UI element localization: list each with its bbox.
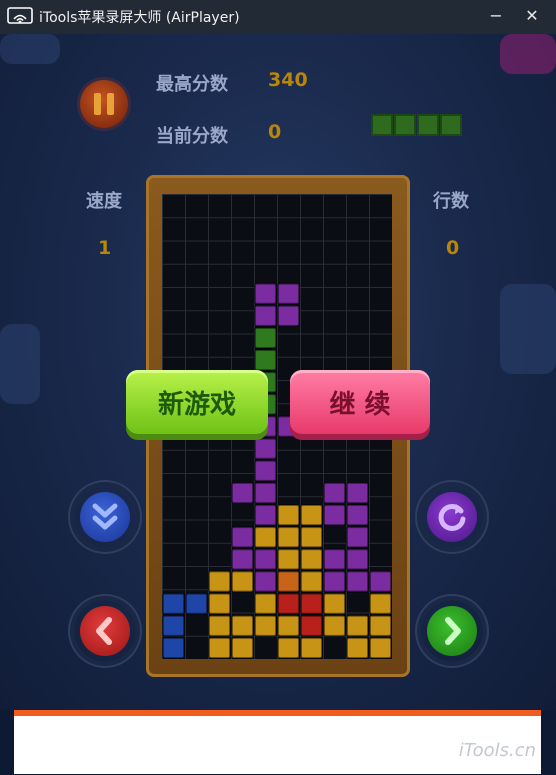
board-block [300,570,323,593]
board-block [346,548,369,571]
board-block [369,592,392,615]
board-block [254,326,277,350]
board-block [162,592,185,615]
board-block [300,548,323,571]
board-block [208,636,231,659]
current-score-value: 0 [268,121,282,143]
chevron-right-icon [445,617,461,645]
board-block [277,592,300,615]
board-block [346,614,369,637]
board-block [277,636,300,659]
board-block [277,526,300,549]
decor-tile [0,324,40,404]
best-score-label: 最高分数 [156,74,228,95]
board-block [346,526,369,549]
board-block [369,636,392,659]
board-block [162,614,185,637]
board-block [323,481,346,505]
board-block [254,349,277,372]
board-block [254,481,277,505]
speed-label: 速度 [86,191,122,212]
board-block [254,304,277,327]
decor-tile [500,284,556,374]
board-block [231,548,254,571]
board-block [323,548,346,571]
board-block [323,504,346,527]
pause-button[interactable] [80,80,128,128]
board-block [231,526,254,549]
board-block [254,548,277,571]
board-block [369,570,392,593]
board-block [208,570,231,593]
board-block [254,614,277,637]
board-block [346,636,369,659]
decor-tile [0,34,60,64]
window-title: iTools苹果录屏大师 (AirPlayer) [39,10,240,26]
pause-icon [94,93,101,115]
minimize-button[interactable]: − [484,5,508,27]
board-block [208,614,231,637]
board-block [300,636,323,659]
board-block [277,548,300,571]
resume-button[interactable]: 继 续 [290,370,430,434]
board-block [346,481,369,505]
board-block [300,614,323,637]
next-piece-cell [440,114,462,136]
board-block [254,504,277,527]
board-block [300,504,323,527]
lines-value: 0 [446,237,460,259]
board-block [300,592,323,615]
board-block [254,570,277,593]
board-block [231,636,254,659]
board-block [323,592,346,615]
rotate-icon [438,503,466,531]
board-block [231,614,254,637]
chevron-left-icon [96,617,112,645]
board-block [277,504,300,527]
board-block [369,614,392,637]
decor-tile [500,34,556,74]
board-block [185,592,208,615]
title-bar: iTools苹果录屏大师 (AirPlayer) − ✕ [0,0,556,34]
board-block [277,304,300,327]
board-block [346,570,369,593]
new-game-button[interactable]: 新游戏 [126,370,268,434]
move-left-button[interactable] [74,600,136,662]
lines-label: 行数 [433,191,469,212]
game-screen: 最高分数 340 当前分数 0 速度 1 行数 0 新游戏 继 续 [0,34,556,710]
board-block [231,481,254,505]
double-chevron-down-icon [92,503,118,530]
board-block [254,526,277,549]
next-piece-cell [371,114,393,136]
move-right-button[interactable] [421,600,483,662]
speed-value: 1 [98,237,112,259]
drop-button[interactable] [74,486,136,548]
watermark: iTools.cn [458,740,536,761]
airplay-icon [7,7,33,24]
next-piece-preview [371,114,462,136]
best-score-value: 340 [268,69,308,91]
board-block [300,526,323,549]
board-block [254,459,277,482]
next-piece-cell [417,114,439,136]
board-block [346,504,369,527]
board-block [162,636,185,659]
board-block [277,282,300,305]
rotate-button[interactable] [421,486,483,548]
board-block [231,570,254,593]
next-piece-cell [394,114,416,136]
close-button[interactable]: ✕ [520,5,544,27]
board-block [208,592,231,615]
board-block [254,592,277,615]
current-score-label: 当前分数 [156,126,228,147]
board-block [323,614,346,637]
board-block [254,437,277,460]
board-block [323,570,346,593]
board-block [277,570,300,593]
board-block [254,282,277,305]
board-block [277,614,300,637]
